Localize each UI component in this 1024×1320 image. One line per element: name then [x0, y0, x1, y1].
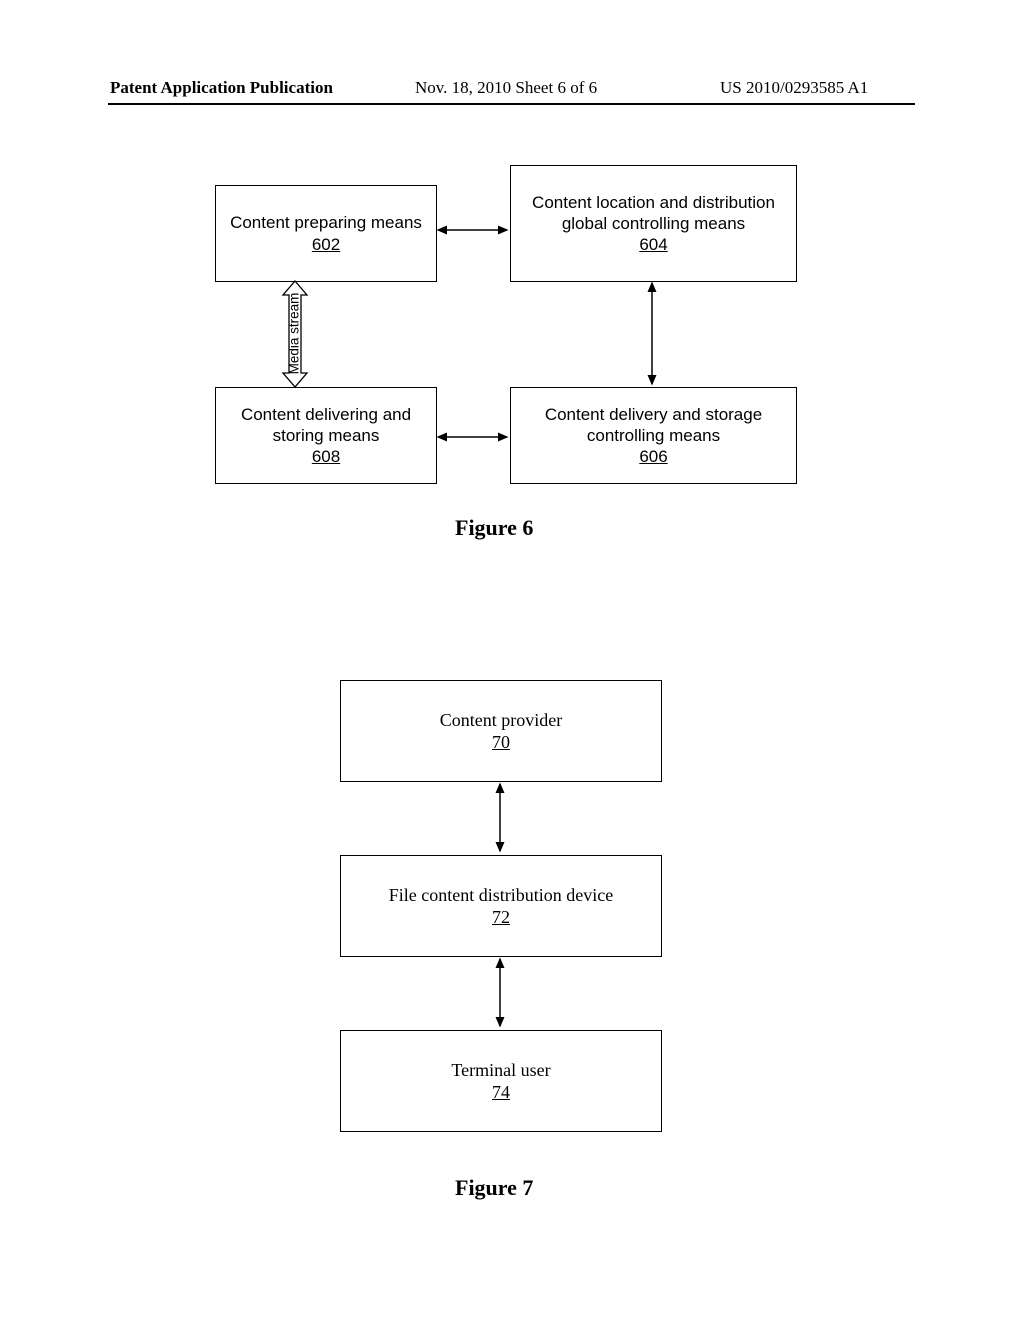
box-602: Content preparing means 602 — [215, 185, 437, 282]
box-608: Content delivering and storing means 608 — [215, 387, 437, 484]
box-608-label: Content delivering and storing means — [216, 404, 436, 447]
box-74: Terminal user 74 — [340, 1030, 662, 1132]
box-606-ref: 606 — [639, 446, 667, 467]
box-604: Content location and distribution global… — [510, 165, 797, 282]
arrow-72-74 — [490, 955, 510, 1030]
media-stream-label: Media stream — [287, 292, 302, 374]
arrow-602-604 — [435, 220, 510, 240]
box-70: Content provider 70 — [340, 680, 662, 782]
arrow-604-606 — [642, 280, 662, 387]
box-608-ref: 608 — [312, 446, 340, 467]
box-72: File content distribution device 72 — [340, 855, 662, 957]
figure-7-caption: Figure 7 — [455, 1175, 533, 1201]
arrow-70-72 — [490, 780, 510, 855]
box-606: Content delivery and storage controlling… — [510, 387, 797, 484]
figure-6-caption: Figure 6 — [455, 515, 533, 541]
box-70-ref: 70 — [492, 731, 510, 754]
box-604-label: Content location and distribution global… — [511, 192, 796, 235]
figure-6: Content preparing means 602 Content loca… — [195, 165, 845, 535]
arrow-608-606 — [435, 427, 510, 447]
figure-7: Content provider 70 File content distrib… — [320, 680, 700, 1200]
box-72-label: File content distribution device — [389, 884, 613, 907]
box-72-ref: 72 — [492, 906, 510, 929]
header-rule — [108, 103, 915, 105]
media-stream-label-wrap: Media stream — [274, 280, 314, 386]
box-602-label: Content preparing means — [230, 212, 422, 233]
box-606-label: Content delivery and storage controlling… — [511, 404, 796, 447]
header-left: Patent Application Publication — [110, 78, 333, 98]
box-74-label: Terminal user — [451, 1059, 550, 1082]
box-604-ref: 604 — [639, 234, 667, 255]
box-70-label: Content provider — [440, 709, 562, 732]
box-602-ref: 602 — [312, 234, 340, 255]
header-center: Nov. 18, 2010 Sheet 6 of 6 — [415, 78, 597, 98]
box-74-ref: 74 — [492, 1081, 510, 1104]
header-right: US 2010/0293585 A1 — [720, 78, 868, 98]
